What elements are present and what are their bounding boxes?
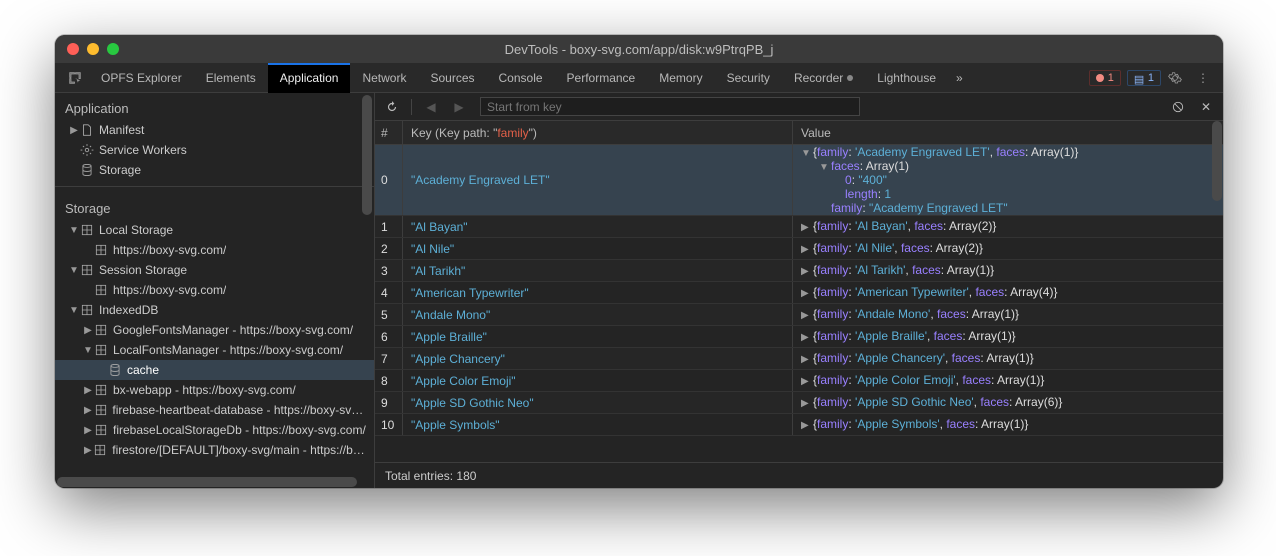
sidebar-item-cache[interactable]: cache — [55, 360, 374, 380]
grid-icon — [93, 423, 109, 437]
next-page-icon[interactable]: ▶ — [450, 98, 468, 116]
grid-icon — [79, 303, 95, 317]
tab-opfs-explorer[interactable]: OPFS Explorer — [89, 63, 194, 93]
sidebar-item-localfontsmanager-https-boxy-svg-com-[interactable]: ▼LocalFontsManager - https://boxy-svg.co… — [55, 340, 374, 360]
titlebar: DevTools - boxy-svg.com/app/disk:w9PtrqP… — [55, 35, 1223, 63]
main-panel: ◀ ▶ ✕ # Key (Key path: "family") Value 0… — [375, 93, 1223, 488]
table-row[interactable]: 7"Apple Chancery"▶{family: 'Apple Chance… — [375, 348, 1223, 370]
grid-icon — [93, 343, 109, 357]
tab-security[interactable]: Security — [715, 63, 782, 93]
grid-icon — [93, 383, 109, 397]
tabbar: OPFS ExplorerElementsApplicationNetworkS… — [55, 63, 1223, 93]
errors-badge[interactable]: 1 — [1089, 70, 1121, 86]
table-row[interactable]: 4"American Typewriter"▶{family: 'America… — [375, 282, 1223, 304]
tab-memory[interactable]: Memory — [647, 63, 714, 93]
tab-recorder[interactable]: Recorder — [782, 63, 865, 93]
devtools-window: DevTools - boxy-svg.com/app/disk:w9PtrqP… — [55, 35, 1223, 488]
file-icon — [79, 123, 95, 137]
sidebar-item-indexeddb[interactable]: ▼IndexedDB — [55, 300, 374, 320]
sidebar-hscrollbar[interactable] — [57, 477, 357, 487]
zoom-icon[interactable] — [107, 43, 119, 55]
messages-badge[interactable]: ▤1 — [1127, 70, 1161, 86]
inspect-tool-icon[interactable] — [61, 64, 89, 92]
section-application: Application — [55, 93, 374, 120]
gear-icon — [79, 143, 95, 157]
idb-toolbar: ◀ ▶ ✕ — [375, 93, 1223, 121]
settings-icon[interactable] — [1161, 71, 1189, 85]
total-label: Total entries: — [385, 469, 453, 483]
section-storage: Storage — [55, 193, 374, 220]
close-icon[interactable]: ✕ — [1197, 98, 1215, 116]
sidebar-item-session-storage[interactable]: ▼Session Storage — [55, 260, 374, 280]
db-icon — [107, 363, 123, 377]
grid-icon — [79, 263, 95, 277]
grid-icon — [93, 283, 109, 297]
grid-icon — [93, 403, 109, 417]
table-row[interactable]: 6"Apple Braille"▶{family: 'Apple Braille… — [375, 326, 1223, 348]
table-row[interactable]: 10"Apple Symbols"▶{family: 'Apple Symbol… — [375, 414, 1223, 436]
tab-application[interactable]: Application — [268, 63, 351, 93]
sidebar-item-bx-webapp-https-boxy-svg-com-[interactable]: ▶bx-webapp - https://boxy-svg.com/ — [55, 380, 374, 400]
sidebar-item-https-boxy-svg-com-[interactable]: https://boxy-svg.com/ — [55, 280, 374, 300]
col-index[interactable]: # — [375, 121, 403, 144]
tab-sources[interactable]: Sources — [418, 63, 486, 93]
footer: Total entries: 180 — [375, 462, 1223, 488]
sidebar-item-https-boxy-svg-com-[interactable]: https://boxy-svg.com/ — [55, 240, 374, 260]
table-rows: 0"Academy Engraved LET"▼{family: 'Academ… — [375, 145, 1223, 462]
grid-icon — [93, 243, 109, 257]
tab-network[interactable]: Network — [350, 63, 418, 93]
col-key[interactable]: Key (Key path: "family") — [403, 121, 793, 144]
tab-elements[interactable]: Elements — [194, 63, 268, 93]
refresh-icon[interactable] — [383, 98, 401, 116]
prev-page-icon[interactable]: ◀ — [422, 98, 440, 116]
table-row[interactable]: 2"Al Nile"▶{family: 'Al Nile', faces: Ar… — [375, 238, 1223, 260]
db-icon — [79, 163, 95, 177]
close-icon[interactable] — [67, 43, 79, 55]
sidebar-item-firebaselocalstoragedb-https-boxy-svg-co[interactable]: ▶firebaseLocalStorageDb - https://boxy-s… — [55, 420, 374, 440]
tab-console[interactable]: Console — [487, 63, 555, 93]
main-scrollbar[interactable] — [1212, 121, 1222, 201]
minimize-icon[interactable] — [87, 43, 99, 55]
table-row[interactable]: 8"Apple Color Emoji"▶{family: 'Apple Col… — [375, 370, 1223, 392]
window-title: DevTools - boxy-svg.com/app/disk:w9PtrqP… — [505, 42, 774, 57]
total-value: 180 — [456, 469, 476, 483]
start-key-input[interactable] — [480, 97, 860, 116]
sidebar-item-local-storage[interactable]: ▼Local Storage — [55, 220, 374, 240]
table-row[interactable]: 0"Academy Engraved LET"▼{family: 'Academ… — [375, 145, 1223, 216]
sidebar-scrollbar[interactable] — [362, 95, 372, 215]
grid-icon — [93, 323, 109, 337]
table-header: # Key (Key path: "family") Value — [375, 121, 1223, 145]
sidebar-item-googlefontsmanager-https-boxy-svg-com-[interactable]: ▶GoogleFontsManager - https://boxy-svg.c… — [55, 320, 374, 340]
sidebar-item-service-workers[interactable]: Service Workers — [55, 140, 374, 160]
tab-lighthouse[interactable]: Lighthouse — [865, 63, 948, 93]
more-tabs[interactable]: » — [948, 63, 971, 93]
kebab-icon[interactable]: ⋮ — [1189, 71, 1217, 85]
table-row[interactable]: 3"Al Tarikh"▶{family: 'Al Tarikh', faces… — [375, 260, 1223, 282]
clear-icon[interactable] — [1169, 98, 1187, 116]
grid-icon — [93, 443, 109, 457]
sidebar: Application ▶ManifestService WorkersStor… — [55, 93, 375, 488]
table-row[interactable]: 5"Andale Mono"▶{family: 'Andale Mono', f… — [375, 304, 1223, 326]
grid-icon — [79, 223, 95, 237]
sidebar-item-firestore-default-boxy-svg-main-https-bo[interactable]: ▶firestore/[DEFAULT]/boxy-svg/main - htt… — [55, 440, 374, 460]
table-row[interactable]: 9"Apple SD Gothic Neo"▶{family: 'Apple S… — [375, 392, 1223, 414]
sidebar-item-storage[interactable]: Storage — [55, 160, 374, 180]
tab-performance[interactable]: Performance — [555, 63, 648, 93]
sidebar-item-firebase-heartbeat-database-https-boxy-s[interactable]: ▶firebase-heartbeat-database - https://b… — [55, 400, 374, 420]
col-value[interactable]: Value — [793, 121, 1223, 144]
traffic-lights — [67, 43, 119, 55]
sidebar-item-manifest[interactable]: ▶Manifest — [55, 120, 374, 140]
table-row[interactable]: 1"Al Bayan"▶{family: 'Al Bayan', faces: … — [375, 216, 1223, 238]
